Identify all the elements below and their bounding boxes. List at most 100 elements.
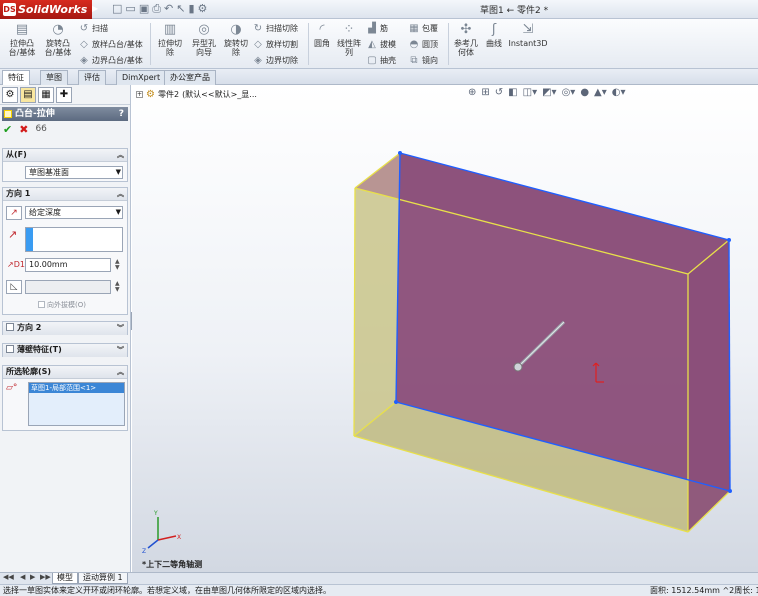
end-condition-combo[interactable]: 给定深度 ▼ bbox=[25, 206, 123, 219]
tab-model[interactable]: 模型 bbox=[52, 573, 78, 584]
status-measurement: 面积: 1512.54mm ^2周长: 1 bbox=[650, 586, 758, 595]
detailed-preview-icon[interactable]: 66 bbox=[35, 124, 46, 134]
extrude-boss-button[interactable]: ▤ 拉伸凸 台/基体 bbox=[4, 22, 40, 57]
quick-access-toolbar: □ ▭ ▣ ⎙ ↶ ↖ ▮ ⚙ bbox=[112, 2, 207, 16]
collapse-icon[interactable]: ︽ bbox=[117, 366, 124, 378]
graphics-area[interactable]: + ⚙ 零件2 (默认<<默认>_显... ⊕ ⊞ ↺ ◧ ◫▾ ◩▾ ◎▾ ●… bbox=[132, 85, 758, 572]
from-header[interactable]: 从(F) ︽ bbox=[3, 149, 127, 162]
select-icon[interactable]: ↖ bbox=[176, 2, 185, 16]
tab-dimxpert[interactable]: DimXpert bbox=[116, 70, 167, 85]
direction1-group: 方向 1 ︽ ↗ 给定深度 ▼ ↗ ↗D1 10.00mm ▲ ▼ ◺ ▲ ▼ 向外拔… bbox=[2, 187, 128, 315]
tab-evaluate[interactable]: 评估 bbox=[78, 70, 106, 85]
depth-icon: ↗D1 bbox=[7, 260, 25, 269]
list-item[interactable]: 草图1-局部范围<1> bbox=[29, 383, 124, 393]
help-button[interactable]: ? bbox=[119, 107, 124, 121]
revolve-boss-button[interactable]: ◔ 旋转凸 台/基体 bbox=[40, 22, 76, 57]
open-icon[interactable]: ▭ bbox=[125, 2, 135, 16]
tab-features[interactable]: 特征 bbox=[2, 70, 30, 85]
loft-button[interactable]: ◇ 放样凸台/基体 bbox=[78, 38, 143, 50]
shell-button[interactable]: ▢ 抽壳 bbox=[366, 54, 396, 66]
view-orientation-label: *上下二等角轴测 bbox=[142, 560, 203, 569]
extrude-cut-button[interactable]: ▥ 拉伸切 除 bbox=[153, 22, 187, 57]
thin-feature-header[interactable]: 薄壁特征(T) ︾ bbox=[3, 344, 127, 357]
arrow-handle[interactable] bbox=[513, 362, 523, 372]
draft-on-off-icon[interactable]: ◺ bbox=[6, 280, 22, 294]
save-icon[interactable]: ▣ bbox=[139, 2, 149, 16]
prev-tab-icon[interactable]: ◀ bbox=[20, 573, 25, 581]
vertex-dot bbox=[728, 489, 732, 493]
depth-spinner[interactable]: ▲ ▼ bbox=[115, 259, 120, 271]
draft-outward-checkbox[interactable]: 向外拔模(O) bbox=[38, 300, 86, 310]
extrude-right-face bbox=[688, 240, 730, 532]
fillet-button[interactable]: ◜ 圆角 bbox=[310, 22, 334, 48]
lofted-cut-icon: ◇ bbox=[254, 38, 262, 50]
rebuild-icon[interactable]: ▮ bbox=[188, 2, 194, 16]
feature-tree-icon[interactable]: ⚙ bbox=[2, 86, 18, 103]
cancel-icon[interactable]: ✖ bbox=[19, 123, 28, 136]
hole-wizard-button[interactable]: ◎ 异型孔 向导 bbox=[187, 22, 221, 57]
reverse-direction-icon[interactable]: ↗ bbox=[6, 206, 22, 220]
direction2-header[interactable]: 方向 2 ︾ bbox=[3, 322, 127, 335]
chevron-down-icon: ▼ bbox=[115, 208, 121, 216]
draft-angle-input[interactable] bbox=[25, 280, 111, 294]
print-icon[interactable]: ⎙ bbox=[152, 2, 161, 16]
tab-office-products[interactable]: 办公室产品 bbox=[164, 70, 216, 85]
from-combo[interactable]: 草图基准面 ▼ bbox=[25, 166, 123, 179]
collapse-icon[interactable]: ︽ bbox=[117, 149, 124, 161]
command-manager: ▤ 拉伸凸 台/基体 ◔ 旋转凸 台/基体 ↺ 扫描 ◇ 放样凸台/基体 ◈ 边界凸台… bbox=[0, 19, 758, 69]
ok-icon[interactable]: ✔ bbox=[3, 123, 12, 136]
shell-icon: ▢ bbox=[367, 54, 377, 66]
direction-selection-box[interactable] bbox=[25, 227, 123, 252]
instant3d-icon: ⇲ bbox=[522, 22, 534, 37]
app-logo[interactable]: DS SolidWorks bbox=[0, 0, 92, 19]
tab-sketch[interactable]: 草图 bbox=[40, 70, 68, 85]
dimxpert-manager-icon[interactable]: ✚ bbox=[56, 86, 72, 103]
boundary-boss-button[interactable]: ◈ 边界凸台/基体 bbox=[78, 54, 143, 66]
linear-pattern-button[interactable]: ⁘ 线性阵 列 bbox=[335, 22, 363, 57]
hole-wizard-icon: ◎ bbox=[198, 22, 210, 37]
tab-motion-study[interactable]: 运动算例 1 bbox=[78, 573, 128, 584]
expand-icon[interactable]: ︾ bbox=[117, 344, 124, 356]
revolve-cut-button[interactable]: ◑ 旋转切 除 bbox=[220, 22, 252, 57]
sweep-button[interactable]: ↺ 扫描 bbox=[78, 22, 108, 34]
sweep-icon: ↺ bbox=[79, 22, 89, 34]
undo-icon[interactable]: ↶ bbox=[164, 2, 173, 16]
next-tab-icon[interactable]: ▶ bbox=[30, 573, 35, 581]
swept-cut-button[interactable]: ↻ 扫描切除 bbox=[252, 22, 298, 34]
chevron-down-icon: ▼ bbox=[115, 168, 121, 176]
wrap-button[interactable]: ▦ 包覆 bbox=[408, 22, 438, 34]
boundary-cut-button[interactable]: ◈ 边界切除 bbox=[252, 54, 298, 66]
draft-button[interactable]: ◭ 拔模 bbox=[366, 38, 396, 50]
status-message: 选择一草图实体来定义开环或闭环轮廓。若想定义域，在由草图几何体所限定的区域内选择… bbox=[3, 586, 331, 595]
fillet-icon: ◜ bbox=[319, 22, 325, 37]
depth-input[interactable]: 10.00mm bbox=[25, 258, 111, 272]
menu-arrow-icon[interactable]: ▶ bbox=[92, 4, 98, 13]
new-icon[interactable]: □ bbox=[112, 2, 122, 16]
mirror-button[interactable]: ⧉ 镜向 bbox=[408, 54, 438, 66]
thin-feature-checkbox[interactable] bbox=[6, 345, 14, 353]
lofted-cut-button[interactable]: ◇ 放样切割 bbox=[252, 38, 298, 50]
feature-title-bar: 凸台-拉伸 ? bbox=[2, 107, 128, 121]
direction2-checkbox[interactable] bbox=[6, 323, 14, 331]
options-icon[interactable]: ⚙ bbox=[198, 2, 208, 16]
first-tab-icon[interactable]: ◀◀ bbox=[3, 573, 14, 581]
document-title: 草图1 ← 零件2 * bbox=[480, 6, 549, 16]
direction1-header[interactable]: 方向 1 ︽ bbox=[3, 188, 127, 201]
expand-icon[interactable]: ︾ bbox=[117, 322, 124, 334]
rib-button[interactable]: ▟ 筋 bbox=[366, 22, 388, 34]
selected-contours-header[interactable]: 所选轮廓(S) ︽ bbox=[3, 366, 127, 379]
draft-angle-spinner[interactable]: ▲ ▼ bbox=[115, 281, 120, 293]
instant3d-button[interactable]: ⇲ Instant3D bbox=[508, 22, 548, 48]
curves-button[interactable]: ʃ 曲线 bbox=[482, 22, 506, 48]
collapse-icon[interactable]: ︽ bbox=[117, 188, 124, 200]
configuration-manager-icon[interactable]: ▦ bbox=[38, 86, 54, 103]
dome-button[interactable]: ◓ 圆顶 bbox=[408, 38, 438, 50]
property-manager-icon[interactable]: ▤ bbox=[20, 86, 36, 103]
svg-text:Y: Y bbox=[153, 510, 158, 517]
ribbon-separator bbox=[150, 23, 151, 65]
reference-geometry-button[interactable]: ✣ 参考几 何体 bbox=[451, 22, 481, 57]
app-name: SolidWorks bbox=[18, 3, 88, 16]
thin-feature-group: 薄壁特征(T) ︾ bbox=[2, 343, 128, 357]
contours-list[interactable]: 草图1-局部范围<1> bbox=[28, 382, 125, 426]
last-tab-icon[interactable]: ▶▶ bbox=[40, 573, 51, 581]
